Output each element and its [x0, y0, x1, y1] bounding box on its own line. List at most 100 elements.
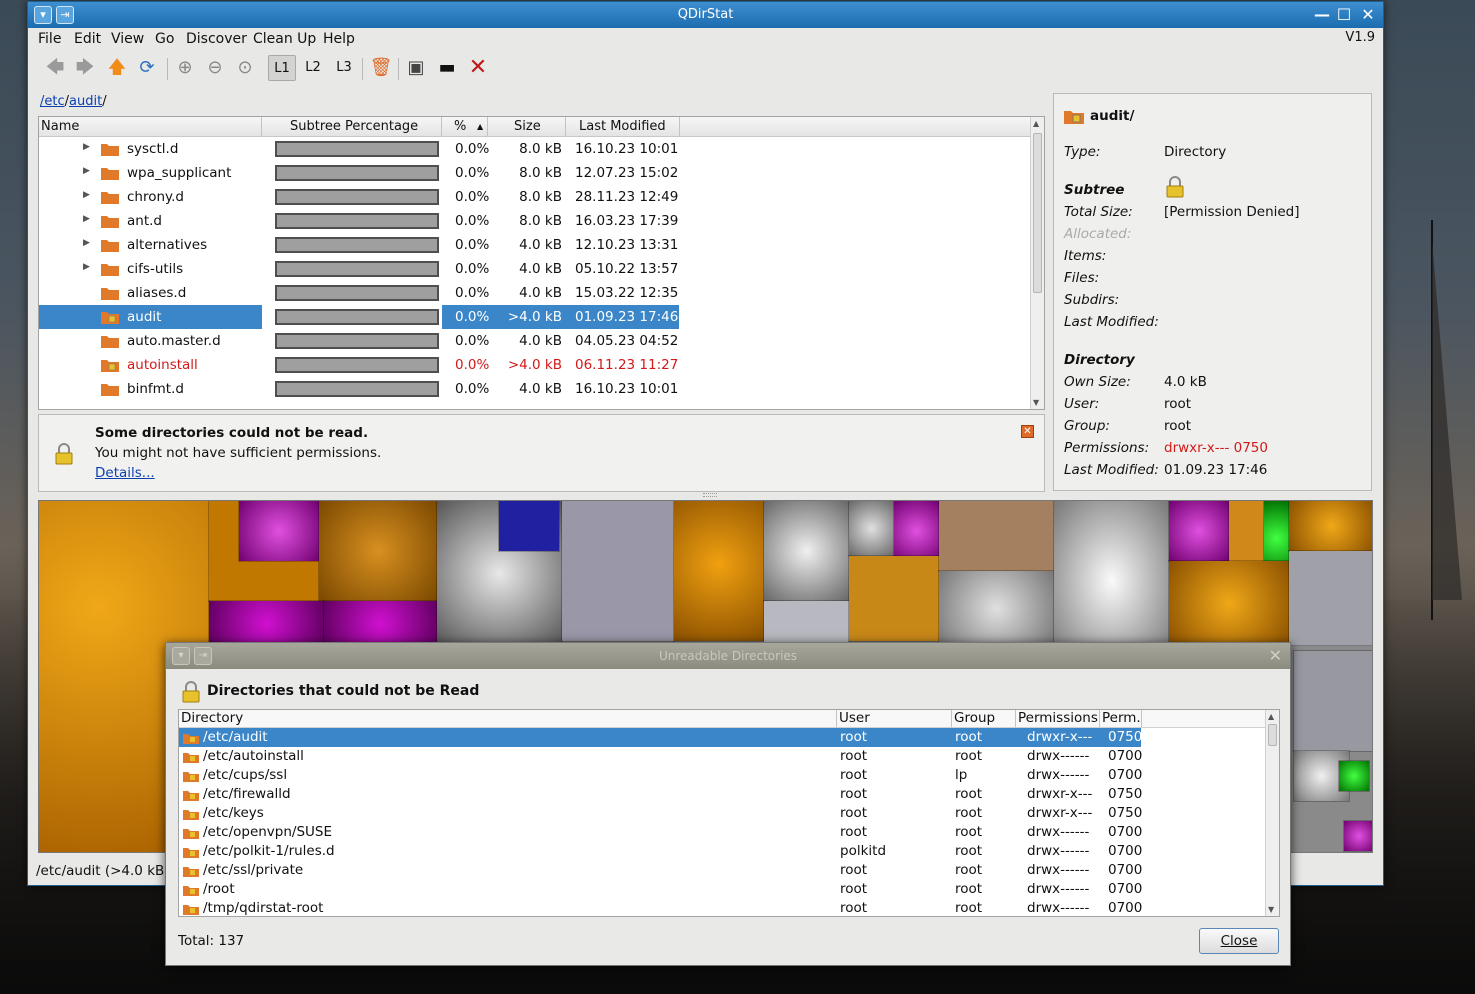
treemap-tile[interactable]: [1343, 820, 1372, 852]
treemap-tile[interactable]: [323, 600, 438, 647]
forward-icon[interactable]: 🡆: [72, 55, 98, 81]
col-perm[interactable]: Perm.: [1102, 710, 1141, 726]
stop-icon[interactable]: ✕: [465, 55, 491, 81]
treemap-tile[interactable]: [1293, 650, 1372, 752]
col-percent[interactable]: %: [454, 119, 466, 137]
treemap-tile[interactable]: [1288, 501, 1372, 552]
breadcrumb-etc[interactable]: /etc: [40, 94, 65, 109]
breadcrumb-audit[interactable]: audit: [69, 94, 102, 109]
tree-row[interactable]: aliases.d 0.0% 4.0 kB 15.03.22 12:35: [39, 281, 1044, 305]
table-row[interactable]: /etc/openvpn/SUSE root root drwx------ 0700: [179, 823, 1279, 842]
treemap-tile[interactable]: [938, 501, 1055, 572]
treemap-tile[interactable]: [208, 600, 325, 647]
zoom-reset-icon[interactable]: ⊙: [232, 55, 258, 81]
expand-arrow-icon[interactable]: ▶: [83, 214, 90, 224]
table-row[interactable]: /root root root drwx------ 0700: [179, 880, 1279, 899]
tree-row[interactable]: ▶ wpa_supplicant 0.0% 8.0 kB 12.07.23 15:02: [39, 161, 1044, 185]
tree-row[interactable]: ▶ sysctl.d 0.0% 8.0 kB 16.10.23 10:01: [39, 137, 1044, 161]
tree-row[interactable]: ▶ cifs-utils 0.0% 4.0 kB 05.10.22 13:57: [39, 257, 1044, 281]
menu-file[interactable]: File: [38, 31, 61, 47]
treemap-tile[interactable]: [498, 501, 560, 552]
treemap-tile[interactable]: [318, 501, 438, 602]
menu-edit[interactable]: Edit: [74, 31, 101, 47]
tree-scrollbar[interactable]: ▲ ▼: [1030, 117, 1044, 409]
menu-help[interactable]: Help: [323, 31, 355, 47]
table-row[interactable]: /etc/audit root root drwxr-x--- 0750: [179, 728, 1279, 747]
scroll-up-icon[interactable]: ▲: [1268, 712, 1274, 721]
tree-row[interactable]: audit 0.0% >4.0 kB 01.09.23 17:46: [39, 305, 1044, 329]
tree-row[interactable]: autoinstall 0.0% >4.0 kB 06.11.23 11:27: [39, 353, 1044, 377]
maximize-icon[interactable]: ☐: [1334, 6, 1354, 24]
open-file-manager-icon[interactable]: ▣: [403, 55, 429, 81]
tree-row[interactable]: binfmt.d 0.0% 4.0 kB 16.10.23 10:01: [39, 377, 1044, 401]
menu-view[interactable]: View: [111, 31, 144, 47]
treemap-tile[interactable]: [1168, 501, 1230, 562]
table-row[interactable]: /etc/keys root root drwxr-x--- 0750: [179, 804, 1279, 823]
col-name[interactable]: Name: [41, 119, 79, 137]
tree-row[interactable]: auto.master.d 0.0% 4.0 kB 04.05.23 04:52: [39, 329, 1044, 353]
close-button[interactable]: Close: [1199, 928, 1279, 954]
table-row[interactable]: /etc/autoinstall root root drwx------ 0700: [179, 747, 1279, 766]
treemap-tile[interactable]: [673, 501, 765, 642]
unreadable-directories-table[interactable]: Directory User Group Permissions Perm. /…: [178, 709, 1280, 917]
expand-arrow-icon[interactable]: ▶: [83, 142, 90, 152]
go-up-icon[interactable]: 🡅: [104, 55, 130, 81]
menu-cleanup[interactable]: Clean Up: [253, 31, 316, 47]
col-last-modified[interactable]: Last Modified: [579, 119, 666, 137]
scroll-down-icon[interactable]: ▼: [1268, 905, 1274, 914]
zoom-out-icon[interactable]: ⊖: [202, 55, 228, 81]
expand-arrow-icon[interactable]: ▶: [83, 238, 90, 248]
treemap-tile[interactable]: [1053, 501, 1170, 647]
level-1-button[interactable]: L1: [268, 55, 296, 81]
treemap-tile[interactable]: [763, 501, 850, 602]
close-panel-icon[interactable]: ✕: [1021, 425, 1034, 438]
scrollbar-thumb[interactable]: [1268, 724, 1277, 746]
menu-go[interactable]: Go: [155, 31, 174, 47]
treemap-tile[interactable]: [763, 600, 850, 647]
scroll-up-icon[interactable]: ▲: [1033, 119, 1039, 128]
terminal-icon[interactable]: ▬: [434, 55, 460, 81]
treemap-tile[interactable]: [1288, 550, 1372, 647]
col-permissions[interactable]: Permissions: [1018, 710, 1098, 726]
menu-discover[interactable]: Discover: [186, 31, 247, 47]
dialog-close-icon[interactable]: ✕: [1269, 646, 1282, 665]
splitter-handle[interactable]: [703, 493, 717, 497]
col-directory[interactable]: Directory: [181, 710, 243, 726]
table-row[interactable]: /etc/polkit-1/rules.d polkitd root drwx----…: [179, 842, 1279, 861]
table-row[interactable]: /etc/firewalld root root drwxr-x--- 0750: [179, 785, 1279, 804]
treemap-tile[interactable]: [848, 501, 895, 557]
col-user[interactable]: User: [839, 710, 870, 726]
expand-arrow-icon[interactable]: ▶: [83, 262, 90, 272]
close-icon[interactable]: ✕: [1358, 6, 1378, 24]
table-row[interactable]: /tmp/qdirstat-root root root drwx------ 0700: [179, 899, 1279, 916]
tree-row[interactable]: ▶ chrony.d 0.0% 8.0 kB 28.11.23 12:49: [39, 185, 1044, 209]
details-link[interactable]: Details...: [95, 465, 155, 481]
level-2-button[interactable]: L2: [299, 55, 327, 81]
level-3-button[interactable]: L3: [330, 55, 358, 81]
col-group[interactable]: Group: [954, 710, 995, 726]
scroll-down-icon[interactable]: ▼: [1033, 398, 1039, 407]
tree-row[interactable]: ▶ ant.d 0.0% 8.0 kB 16.03.23 17:39: [39, 209, 1044, 233]
dialog-scrollbar[interactable]: ▲ ▼: [1265, 710, 1279, 916]
treemap-tile[interactable]: [893, 501, 940, 562]
expand-arrow-icon[interactable]: ▶: [83, 190, 90, 200]
minimize-icon[interactable]: —: [1312, 6, 1332, 24]
back-icon[interactable]: 🡄: [42, 55, 68, 81]
col-subtree-percentage[interactable]: Subtree Percentage: [290, 119, 418, 137]
refresh-icon[interactable]: ⟳: [134, 55, 160, 81]
scrollbar-thumb[interactable]: [1033, 133, 1042, 293]
col-size[interactable]: Size: [514, 119, 541, 137]
treemap-tile[interactable]: [848, 555, 940, 642]
tree-row[interactable]: ▶ alternatives 0.0% 4.0 kB 12.10.23 13:31: [39, 233, 1044, 257]
zoom-in-icon[interactable]: ⊕: [172, 55, 198, 81]
treemap-tile[interactable]: [1338, 760, 1370, 792]
table-row[interactable]: /etc/ssl/private root root drwx------ 0700: [179, 861, 1279, 880]
table-row[interactable]: /etc/cups/ssl root lp drwx------ 0700: [179, 766, 1279, 785]
directory-tree[interactable]: Name Subtree Percentage % ▲ Size Last Mo…: [38, 116, 1045, 410]
treemap-tile[interactable]: [1168, 560, 1290, 647]
expand-arrow-icon[interactable]: ▶: [83, 166, 90, 176]
treemap-tile[interactable]: [238, 501, 320, 562]
treemap-tile[interactable]: [938, 570, 1055, 647]
trash-icon[interactable]: 🗑: [368, 55, 394, 81]
treemap-tile[interactable]: [561, 501, 675, 642]
